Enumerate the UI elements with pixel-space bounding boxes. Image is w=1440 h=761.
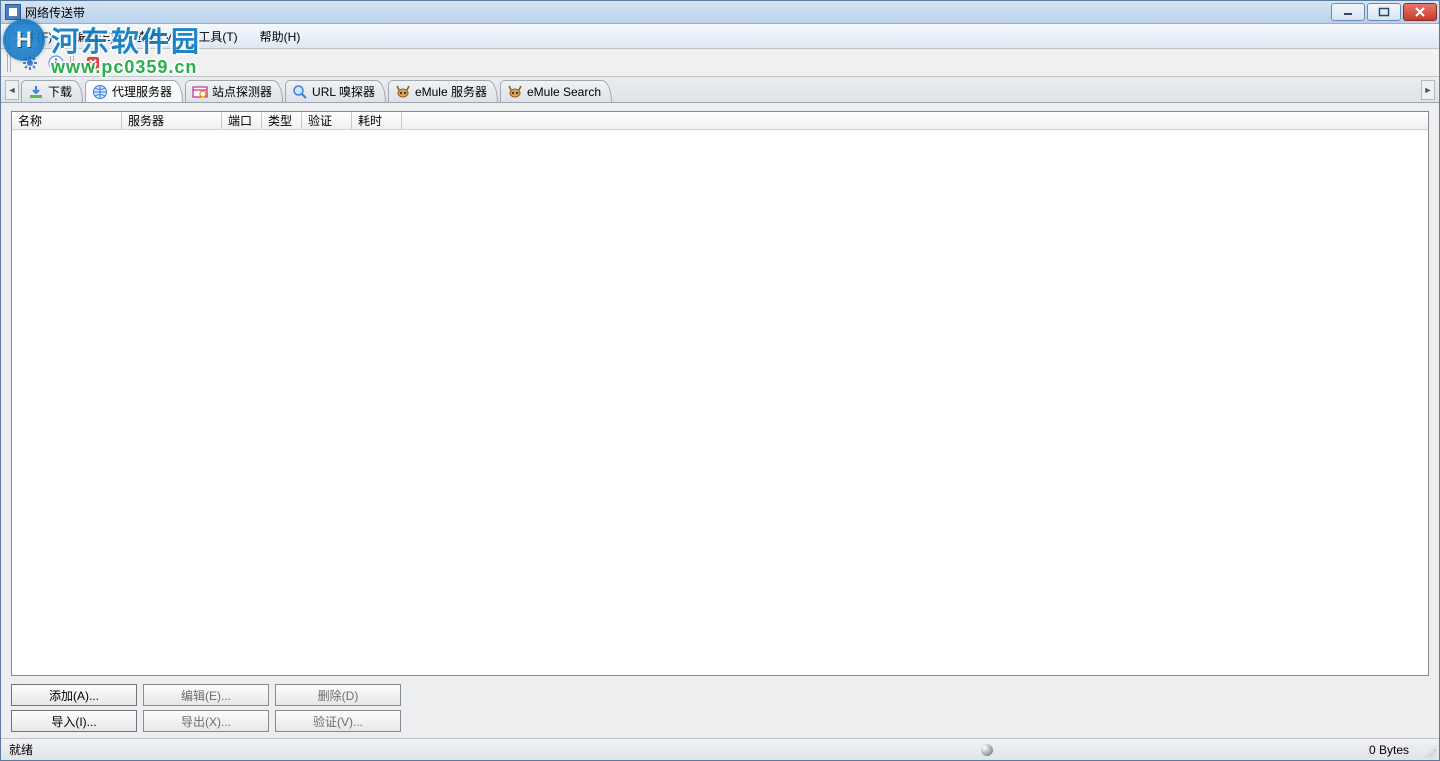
menu-file[interactable]: 文件(F) (7, 26, 58, 47)
tab-url-sniffer[interactable]: URL 嗅探器 (285, 80, 386, 102)
add-button[interactable]: 添加(A)... (11, 684, 137, 706)
toolbar (1, 49, 1439, 77)
delete-button-2: 删除(D) (275, 684, 401, 706)
column-name[interactable]: 名称 (12, 112, 122, 129)
column-verify[interactable]: 验证 (302, 112, 352, 129)
tab-label: 下载 (48, 83, 72, 100)
tab-scroll-right[interactable] (1421, 80, 1435, 100)
button-area: 添加(A)... 编辑(E)... 删除(D) 导入(I)... 导出(X)..… (1, 680, 1439, 738)
menu-bar: 文件(F) 编辑(E) 查看(V) 工具(T) 帮助(H) (1, 24, 1439, 49)
activity-indicator-icon (981, 744, 993, 756)
tab-download[interactable]: 下载 (21, 80, 83, 102)
download-icon (28, 84, 44, 100)
verify-button: 验证(V)... (275, 710, 401, 732)
toolbar-grip[interactable] (7, 54, 12, 72)
column-server[interactable]: 服务器 (122, 112, 222, 129)
info-button[interactable] (44, 51, 68, 75)
column-elapsed[interactable]: 耗时 (352, 112, 402, 129)
site-probe-icon (192, 84, 208, 100)
menu-edit[interactable]: 编辑(E) (68, 26, 120, 47)
list-panel: 名称 服务器 端口 类型 验证 耗时 (11, 111, 1429, 676)
status-bar: 就绪 0 Bytes (1, 738, 1439, 760)
column-port[interactable]: 端口 (222, 112, 262, 129)
menu-help[interactable]: 帮助(H) (254, 26, 307, 47)
tab-proxy[interactable]: 代理服务器 (85, 80, 183, 102)
export-button: 导出(X)... (143, 710, 269, 732)
emule-icon (395, 84, 411, 100)
delete-button[interactable] (81, 51, 105, 75)
tab-scroll-left[interactable] (5, 80, 19, 100)
tab-label: 站点探测器 (212, 83, 272, 100)
status-ready: 就绪 (9, 741, 33, 758)
tab-label: URL 嗅探器 (312, 83, 375, 100)
app-window: 网络传送带 文件(F) 编辑(E) 查看(V) 工具(T) 帮助(H) (0, 0, 1440, 761)
minimize-button[interactable] (1331, 3, 1365, 21)
tab-emule-server[interactable]: eMule 服务器 (388, 80, 498, 102)
window-title: 网络传送带 (25, 4, 1331, 21)
close-button[interactable] (1403, 3, 1437, 21)
toolbar-grip-2[interactable] (70, 54, 75, 72)
edit-button: 编辑(E)... (143, 684, 269, 706)
tab-site-probe[interactable]: 站点探测器 (185, 80, 283, 102)
menu-view[interactable]: 查看(V) (130, 26, 182, 47)
resize-grip-icon[interactable] (1421, 742, 1437, 758)
emule-icon (507, 84, 523, 100)
info-icon (48, 55, 64, 71)
gear-icon (22, 55, 38, 71)
window-titlebar: 网络传送带 (1, 1, 1439, 24)
list-body[interactable] (12, 130, 1428, 675)
menu-tools[interactable]: 工具(T) (192, 26, 243, 47)
settings-button[interactable] (18, 51, 42, 75)
tab-bar: 下载 代理服务器 站点探测器 URL 嗅探器 eMule 服务器 (1, 77, 1439, 103)
tab-label: 代理服务器 (112, 83, 172, 100)
import-button[interactable]: 导入(I)... (11, 710, 137, 732)
status-bytes: 0 Bytes (1369, 743, 1409, 757)
tab-emule-search[interactable]: eMule Search (500, 80, 612, 102)
list-header: 名称 服务器 端口 类型 验证 耗时 (12, 112, 1428, 130)
tab-label: eMule 服务器 (415, 83, 487, 100)
app-icon (5, 4, 21, 20)
magnifier-icon (292, 84, 308, 100)
globe-icon (92, 84, 108, 100)
maximize-button[interactable] (1367, 3, 1401, 21)
column-type[interactable]: 类型 (262, 112, 302, 129)
delete-icon (85, 55, 101, 71)
window-controls (1331, 3, 1437, 21)
tab-label: eMule Search (527, 85, 601, 99)
